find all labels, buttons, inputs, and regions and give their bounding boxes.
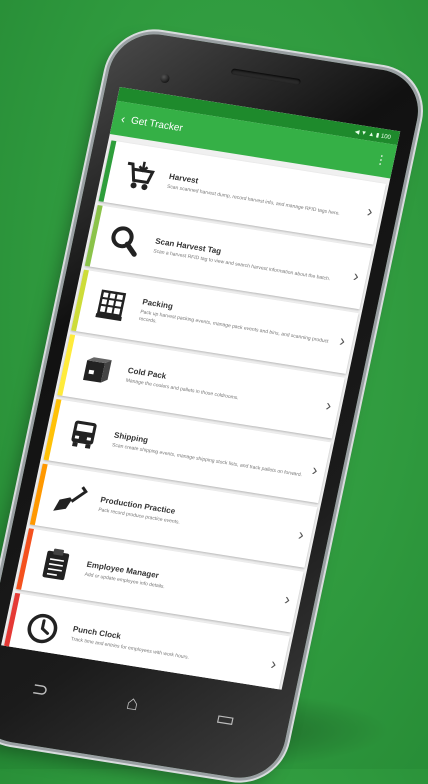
- clock-icon: [18, 606, 66, 651]
- pallet-icon: [87, 283, 135, 328]
- box-icon: [73, 347, 121, 392]
- overflow-menu-icon[interactable]: ⋮: [374, 152, 388, 167]
- chevron-right-icon: ›: [269, 655, 279, 674]
- back-arrow-icon[interactable]: ‹: [120, 112, 127, 126]
- nav-recents-icon[interactable]: ▭: [214, 705, 238, 732]
- nav-back-icon[interactable]: ⊃: [30, 675, 52, 702]
- nav-home-icon[interactable]: ⌂: [124, 691, 141, 715]
- chevron-right-icon: ›: [282, 591, 292, 609]
- magnifier-icon: [101, 218, 149, 263]
- truck-icon: [60, 412, 108, 457]
- phone-mockup: ◀ ▼ ▲ ▮ 100 ‹ Get Tracker ⋮ Harvest Scan…: [0, 28, 427, 784]
- menu-list: Harvest Scan scanned harvest dump, recor…: [1, 134, 390, 690]
- chevron-right-icon: ›: [365, 203, 375, 221]
- shovel-icon: [46, 477, 94, 522]
- clipboard-icon: [32, 541, 80, 586]
- app-screen: ◀ ▼ ▲ ▮ 100 ‹ Get Tracker ⋮ Harvest Scan…: [1, 87, 401, 690]
- chevron-right-icon: ›: [324, 397, 333, 415]
- cart-icon: [115, 153, 163, 198]
- chevron-right-icon: ›: [310, 462, 320, 480]
- chevron-right-icon: ›: [337, 332, 347, 351]
- chevron-right-icon: ›: [351, 268, 361, 286]
- chevron-right-icon: ›: [296, 526, 306, 545]
